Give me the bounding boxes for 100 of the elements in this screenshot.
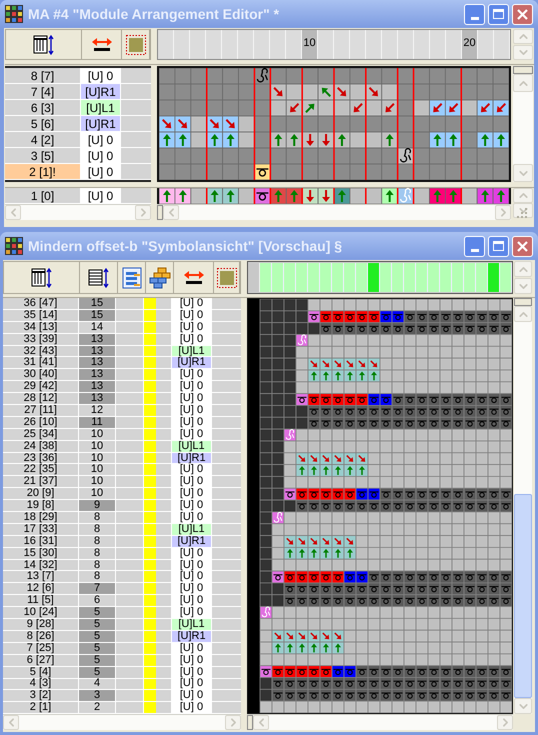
module-value: [U]L1 <box>172 440 212 453</box>
module-value: [U] 0 <box>172 310 212 322</box>
count-cell: 5 <box>79 607 116 620</box>
scroll-down-button[interactable] <box>514 698 532 714</box>
scrollbar-thumb[interactable] <box>247 715 253 730</box>
module-value: [U]R1 <box>81 116 121 132</box>
count-cell: 7 <box>79 583 116 596</box>
module-name: 2 [1] <box>3 702 79 714</box>
count-cell: 13 <box>79 393 116 406</box>
scroll-down-button[interactable] <box>513 45 533 60</box>
module-value: [U] 0 <box>172 334 212 346</box>
count-cell: 5 <box>79 619 116 631</box>
module-value: [U]R1 <box>81 84 121 100</box>
module-name: 11 [5] <box>3 595 79 608</box>
horizontal-scrollbar[interactable] <box>247 714 513 730</box>
scroll-down-button[interactable] <box>513 164 533 182</box>
module-name: 27 [11] <box>3 405 79 417</box>
marker-strip <box>144 440 156 452</box>
module-value: [U]R1 <box>172 630 212 643</box>
app-icon <box>5 237 23 255</box>
ruler-cell: 20 <box>462 30 478 59</box>
module-value: [U] 0 <box>172 583 212 596</box>
module-value: [U] 0 <box>172 702 212 714</box>
count-cell: 13 <box>79 334 116 346</box>
marker-strip <box>144 654 156 666</box>
scrollbar-thumb[interactable] <box>514 494 532 698</box>
module-name: 7 [25] <box>3 642 79 655</box>
count-cell: 15 <box>79 310 116 322</box>
module-name: 28 [12] <box>3 393 79 406</box>
count-cell: 10 <box>79 464 116 476</box>
module-value: [U] 0 <box>172 654 212 667</box>
scrollbar-thumb[interactable] <box>513 66 533 74</box>
maximize-button[interactable] <box>488 236 509 256</box>
count-cell: 13 <box>79 381 116 394</box>
count-cell: 10 <box>79 488 116 500</box>
column-width-icon <box>32 34 54 56</box>
marker-strip <box>144 524 156 535</box>
minimize-button[interactable] <box>464 4 485 24</box>
marker-strip <box>144 488 156 500</box>
horizontal-scrollbar[interactable] <box>5 204 151 220</box>
vertical-scrollbar[interactable] <box>513 66 533 182</box>
module-value: [U] 0 <box>172 512 212 524</box>
module-value: [U] 0 <box>172 690 212 702</box>
scroll-up-button[interactable] <box>514 306 532 322</box>
scroll-up-button[interactable] <box>513 29 533 44</box>
scroll-right-button[interactable] <box>497 715 513 730</box>
module-name: 21 [37] <box>3 476 79 488</box>
scroll-down-button[interactable] <box>513 203 533 218</box>
marker-strip <box>144 346 156 356</box>
marker-strip <box>144 322 156 333</box>
marker-strip <box>144 500 156 512</box>
marker-strip <box>144 642 156 654</box>
scrollbar-thumb[interactable] <box>157 205 163 220</box>
scroll-down-button[interactable] <box>514 278 532 294</box>
column-width-icon <box>30 266 52 288</box>
marker-strip <box>144 678 156 690</box>
scroll-left-button[interactable] <box>5 205 21 220</box>
module-value: [U] 0 <box>172 548 212 560</box>
size-grip-icon <box>515 206 529 220</box>
module-name: 4 [3] <box>3 678 79 690</box>
scroll-left-button[interactable] <box>3 715 19 730</box>
minimize-button[interactable] <box>464 236 485 256</box>
marker-strip <box>144 607 156 618</box>
row-height-icon <box>88 266 110 288</box>
vertical-scrollbar[interactable] <box>514 298 532 714</box>
module-square-icon <box>126 34 146 54</box>
scroll-up-button[interactable] <box>513 188 533 203</box>
count-cell: 8 <box>79 571 116 584</box>
module-value: [U] 0 <box>81 68 121 84</box>
module-name: 26 [10] <box>3 416 79 429</box>
scroll-up-button[interactable] <box>513 74 533 92</box>
close-button[interactable] <box>512 236 533 256</box>
scroll-up-button[interactable] <box>514 261 532 277</box>
scroll-right-button[interactable] <box>135 205 151 220</box>
module-name: 22 [35] <box>3 464 79 476</box>
scroll-left-button[interactable] <box>253 715 269 730</box>
scrollbar-box[interactable] <box>514 298 532 306</box>
horizontal-scrollbar[interactable] <box>157 204 511 220</box>
count-cell: 5 <box>79 654 116 667</box>
horizontal-scrollbar[interactable] <box>3 714 241 730</box>
marker-strip <box>144 571 156 582</box>
module-value: [U] 0 <box>172 464 212 476</box>
count-cell: 8 <box>79 524 116 536</box>
marker-strip <box>144 630 156 642</box>
scroll-right-button[interactable] <box>495 205 511 220</box>
count-cell: 6 <box>79 595 116 608</box>
count-cell: 2 <box>79 702 116 714</box>
count-cell: 10 <box>79 428 116 441</box>
marker-strip <box>144 595 156 606</box>
scroll-right-button[interactable] <box>225 715 241 730</box>
module-value: [U]R1 <box>172 536 212 548</box>
maximize-button[interactable] <box>488 4 509 24</box>
maximize-icon <box>493 9 504 19</box>
marker-strip <box>144 690 156 702</box>
marker-strip <box>144 512 156 523</box>
close-button[interactable] <box>512 4 533 24</box>
module-value: [U] 0 <box>172 369 212 382</box>
module-value: [U]L1 <box>172 346 212 358</box>
count-cell: 8 <box>79 536 116 548</box>
scroll-left-button[interactable] <box>163 205 179 220</box>
